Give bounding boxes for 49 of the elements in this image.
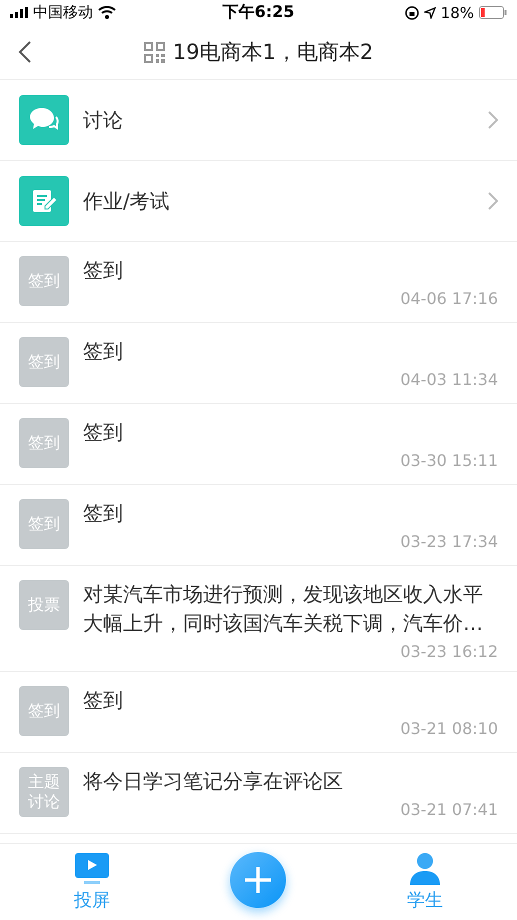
activity-title: 对某汽车市场进行预测，发现该地区收入水平大幅上升，同时该国汽车关税下调，汽车价…: [83, 581, 484, 637]
activity-title: 签到: [83, 687, 124, 714]
activity-item[interactable]: 签到 签到 04-06 17:16: [0, 242, 517, 323]
page-title: 19电商本1，电商本2: [172, 39, 374, 66]
battery-percent: 18%: [440, 4, 474, 22]
activity-title: 签到: [83, 500, 124, 527]
activity-time: 04-06 17:16: [400, 289, 498, 308]
activity-item[interactable]: 签到 签到 03-23 17:34: [0, 485, 517, 566]
activity-time: 03-30 15:11: [400, 451, 498, 470]
activity-time: 04-03 11:34: [400, 370, 498, 389]
activity-item[interactable]: 主题讨论 将今日学习笔记分享在评论区 03-21 07:41: [0, 753, 517, 834]
signal-icon: [10, 7, 28, 18]
chevron-right-icon: [488, 111, 498, 129]
rotation-lock-icon: [404, 6, 419, 20]
activity-title: 签到: [83, 419, 124, 446]
activity-type-tag: 主题讨论: [19, 767, 69, 817]
activity-item[interactable]: 签到 签到 04-03 11:34: [0, 323, 517, 404]
wifi-icon: [98, 6, 116, 19]
menu-item[interactable]: 作业/考试: [0, 161, 517, 242]
menu-label: 讨论: [83, 106, 124, 134]
activity-type-tag: 签到: [19, 686, 69, 736]
activity-type-tag: 投票: [19, 580, 69, 630]
activity-item[interactable]: 签到 签到 03-30 15:11: [0, 404, 517, 485]
activity-type-tag: 签到: [19, 337, 69, 387]
activity-time: 03-23 16:12: [400, 642, 498, 661]
clock: 下午6:25: [222, 2, 294, 23]
activity-title: 签到: [83, 257, 124, 284]
qr-code-icon: [144, 42, 165, 62]
activity-item[interactable]: 签到 签到 03-21 08:10: [0, 672, 517, 753]
activity-title: 将今日学习笔记分享在评论区: [83, 768, 344, 795]
carrier-name: 中国移动: [33, 3, 93, 22]
activity-type-tag: 签到: [19, 418, 69, 468]
monitor-play-icon: [74, 852, 110, 886]
battery-icon: [479, 6, 508, 19]
add-button[interactable]: [230, 852, 286, 908]
activity-item[interactable]: 投票 对某汽车市场进行预测，发现该地区收入水平大幅上升，同时该国汽车关税下调，汽车价… 03-23 16:12: [0, 566, 517, 672]
plus-icon: [243, 865, 274, 895]
activity-time: 03-21 07:41: [400, 800, 498, 819]
menu-item[interactable]: 讨论: [0, 80, 517, 161]
location-arrow-icon: [424, 6, 436, 18]
edit-icon: [30, 187, 58, 215]
menu-label: 作业/考试: [83, 188, 171, 214]
activity-title: 签到: [83, 338, 124, 365]
activity-type-tag: 签到: [19, 499, 69, 549]
activity-time: 03-21 08:10: [400, 719, 498, 738]
activity-type-tag: 签到: [19, 256, 69, 306]
activity-time: 03-23 17:34: [400, 532, 498, 551]
person-icon: [409, 852, 442, 886]
chevron-right-icon: [488, 192, 498, 210]
